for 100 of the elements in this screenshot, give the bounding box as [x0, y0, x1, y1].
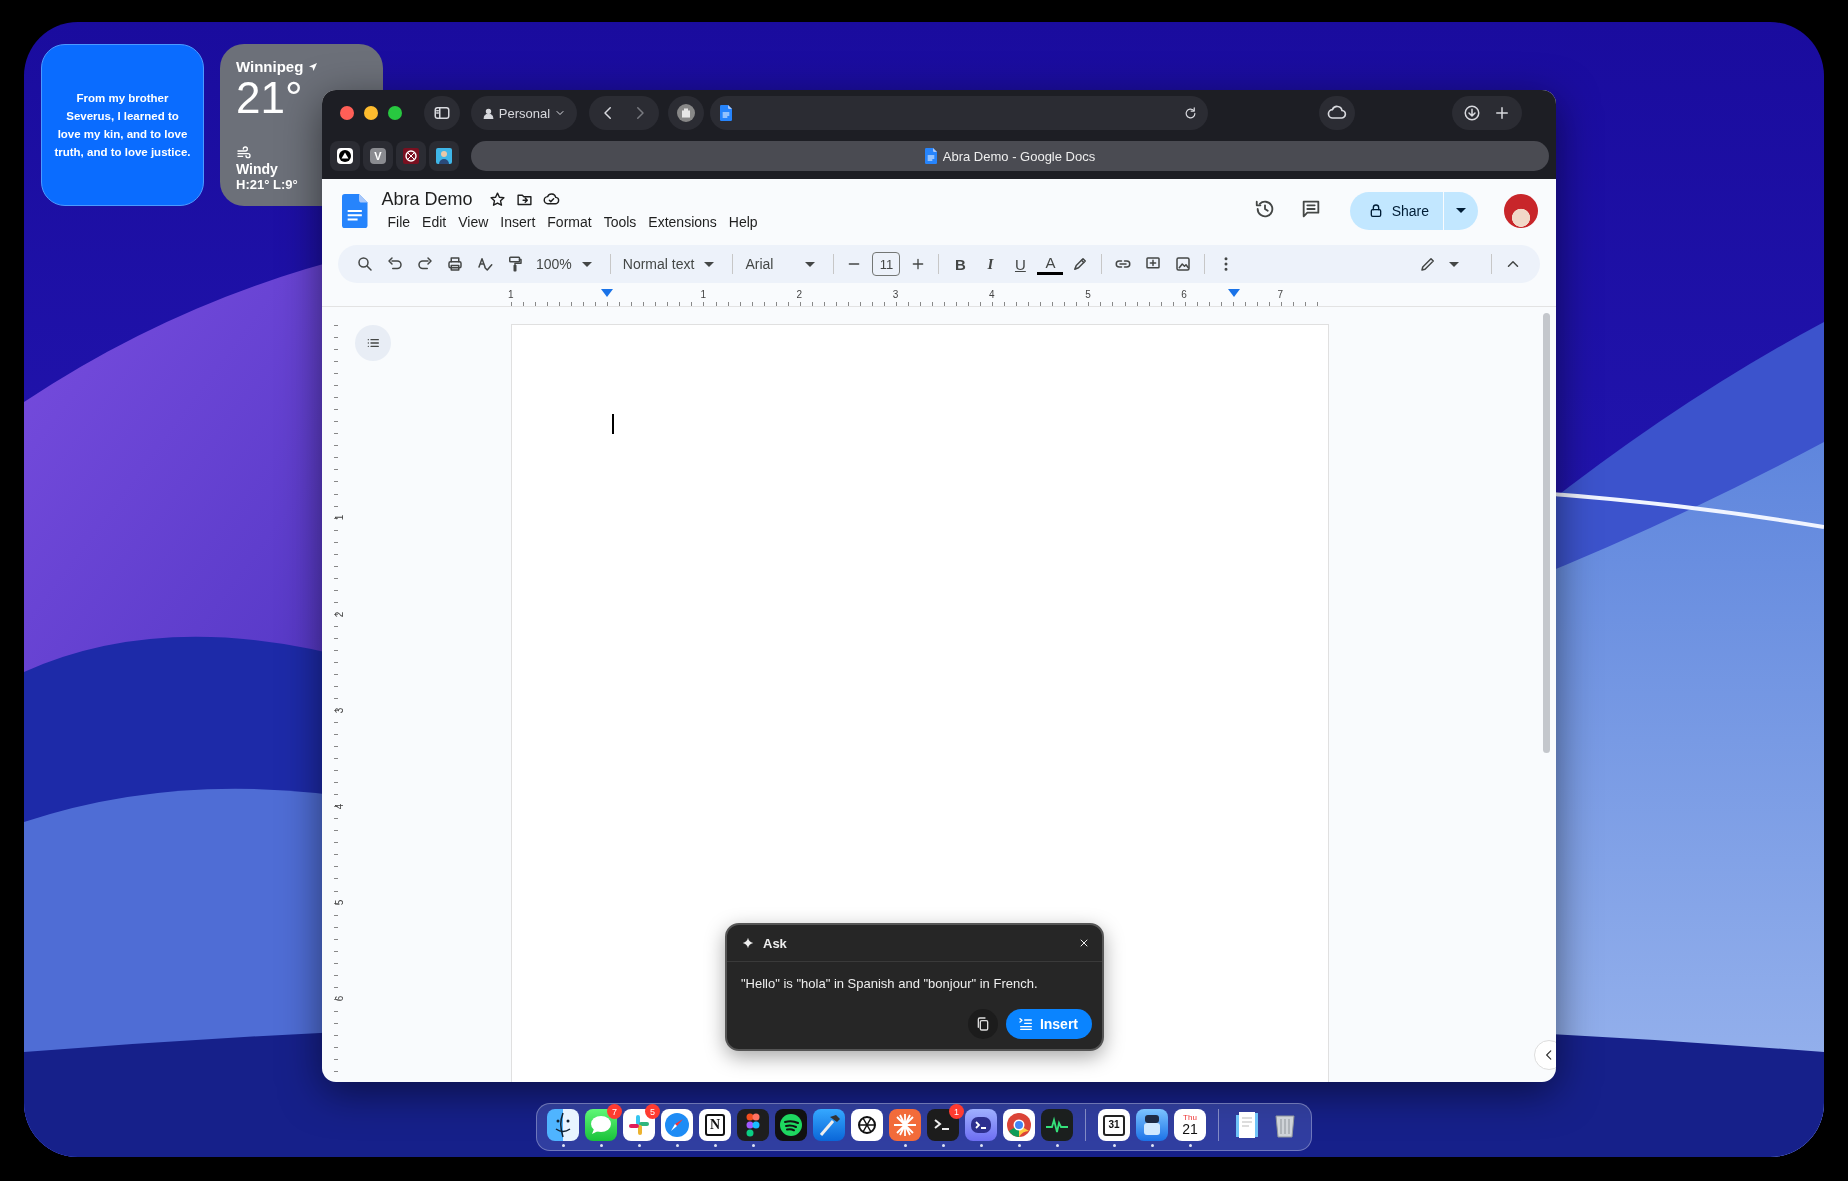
new-tab-icon[interactable]: [1493, 104, 1511, 122]
menu-item[interactable]: Edit: [416, 212, 453, 232]
extension-button[interactable]: [668, 96, 704, 130]
icon-label: N: [709, 1118, 721, 1132]
insert-icon: [1017, 1016, 1034, 1032]
ruler-label: 1: [508, 289, 514, 300]
temperature: 21°: [236, 75, 303, 121]
font-size-field[interactable]: 11: [872, 252, 901, 276]
menu-item[interactable]: Tools: [597, 212, 643, 232]
text-cursor: [612, 414, 614, 434]
outline-button[interactable]: [355, 325, 391, 361]
page-icon[interactable]: N: [699, 1109, 731, 1141]
ruler-label: 5: [334, 899, 346, 906]
side-panel-button[interactable]: [1534, 1040, 1556, 1070]
person-icon: [481, 106, 495, 120]
answer-text: "Hello" is "hola" in Spanish and "bonjour" in French.: [740, 975, 1039, 991]
zoom-button[interactable]: [388, 106, 402, 120]
font-dropdown[interactable]: Arial: [739, 256, 828, 272]
cloud-button[interactable]: [1319, 96, 1355, 130]
bold-button[interactable]: B: [947, 251, 974, 277]
knot-icon[interactable]: [851, 1109, 883, 1141]
paint-roller-icon[interactable]: [506, 255, 524, 273]
ruler-label: 6: [1181, 289, 1187, 300]
avatar[interactable]: [1504, 193, 1538, 228]
shapes-icon[interactable]: [737, 1109, 769, 1141]
menu-item[interactable]: File: [381, 212, 417, 232]
weekday-label: Thu: [1183, 1114, 1197, 1122]
icon-label: 31: [1108, 1120, 1120, 1130]
docs-icon: [924, 148, 937, 164]
caret-icon: [581, 261, 592, 267]
italic-button[interactable]: I: [977, 251, 1004, 277]
hand-icon: [676, 103, 696, 123]
caret-icon: [704, 261, 715, 267]
ring-icon[interactable]: [1003, 1109, 1035, 1141]
ruler-label: 4: [334, 803, 346, 810]
share-options-button[interactable]: [1444, 191, 1478, 230]
sound-waves-icon[interactable]: [775, 1109, 807, 1141]
ruler-label: 7: [1277, 289, 1284, 300]
download-icon[interactable]: [1463, 104, 1481, 122]
lens-icon[interactable]: [1136, 1109, 1168, 1141]
text-color-button[interactable]: A: [1037, 253, 1064, 275]
menu-item[interactable]: Extensions: [642, 212, 723, 232]
starburst-icon[interactable]: [889, 1109, 921, 1141]
ruler-label: 5: [1085, 289, 1091, 300]
menu-item[interactable]: View: [452, 212, 495, 232]
minimize-button[interactable]: [364, 106, 378, 120]
pulse-icon[interactable]: [1041, 1109, 1073, 1141]
menu-item[interactable]: Help: [722, 212, 764, 232]
browser-tab[interactable]: Abra Demo - Google Docs: [471, 141, 1549, 171]
pinned-tab[interactable]: [396, 141, 426, 171]
prompt-cloud-icon[interactable]: [965, 1109, 997, 1141]
terminal-icon[interactable]: [927, 1109, 959, 1141]
search-icon[interactable]: [356, 255, 374, 273]
calendar-icon[interactable]: Thu 21: [1174, 1109, 1206, 1141]
style-dropdown[interactable]: Normal text: [616, 256, 727, 272]
city-name: Winnipeg: [236, 58, 304, 75]
ruler-label: 3: [892, 289, 899, 300]
spellcheck-icon[interactable]: [476, 255, 494, 273]
indent-marker[interactable]: [1228, 289, 1240, 297]
face-icon[interactable]: [547, 1109, 579, 1141]
indent-marker[interactable]: [601, 289, 613, 297]
calendar-icon[interactable]: 31: [1098, 1109, 1130, 1141]
close-window-button[interactable]: [340, 106, 354, 120]
copy-button[interactable]: [967, 1009, 998, 1039]
speech-bubble-icon[interactable]: [585, 1109, 617, 1141]
insert-button[interactable]: Insert: [1005, 1009, 1092, 1039]
menu-item[interactable]: Format: [541, 212, 598, 232]
ruler-label: 1: [700, 289, 706, 300]
ruler-label: 1: [334, 515, 346, 521]
reload-icon[interactable]: [1183, 105, 1198, 121]
hammer-icon[interactable]: [813, 1109, 845, 1141]
location-arrow-icon: [307, 60, 320, 73]
image-icon[interactable]: [1174, 255, 1193, 273]
print-icon[interactable]: [446, 255, 464, 273]
profile-button[interactable]: Personal: [471, 96, 577, 130]
document-title[interactable]: Abra Demo: [381, 189, 473, 210]
caret-icon: [805, 261, 816, 267]
pinned-tab[interactable]: [429, 141, 459, 171]
ruler-label: 2: [334, 611, 346, 617]
menu-item[interactable]: Insert: [494, 212, 542, 232]
ruler-label: 6: [334, 996, 346, 1002]
star-icon[interactable]: [488, 191, 506, 208]
caret-icon: [1456, 208, 1466, 213]
pinned-tab[interactable]: [330, 141, 360, 171]
close-icon[interactable]: [1078, 937, 1090, 949]
weather-condition: Windy: [236, 161, 279, 177]
icon-label: 21: [1182, 1122, 1198, 1136]
quote-text: From my brother Severus, I learned to love my kin, and to love truth, and to love justice.: [54, 91, 191, 160]
sidebar-button[interactable]: [424, 96, 460, 130]
share-button[interactable]: Share: [1349, 191, 1443, 230]
docs-icon: [720, 105, 732, 121]
zoom-dropdown[interactable]: 100%: [530, 256, 604, 272]
document-page[interactable]: [511, 324, 1329, 1082]
temperature-range: H:21° L:9°: [236, 177, 299, 192]
ruler-label: 2: [796, 289, 803, 300]
compass-icon[interactable]: [661, 1109, 693, 1141]
pencil-icon: [1419, 255, 1437, 273]
pinwheel-icon[interactable]: [623, 1109, 655, 1141]
underline-button[interactable]: U: [1007, 251, 1034, 277]
scrollbar[interactable]: [1543, 313, 1550, 753]
